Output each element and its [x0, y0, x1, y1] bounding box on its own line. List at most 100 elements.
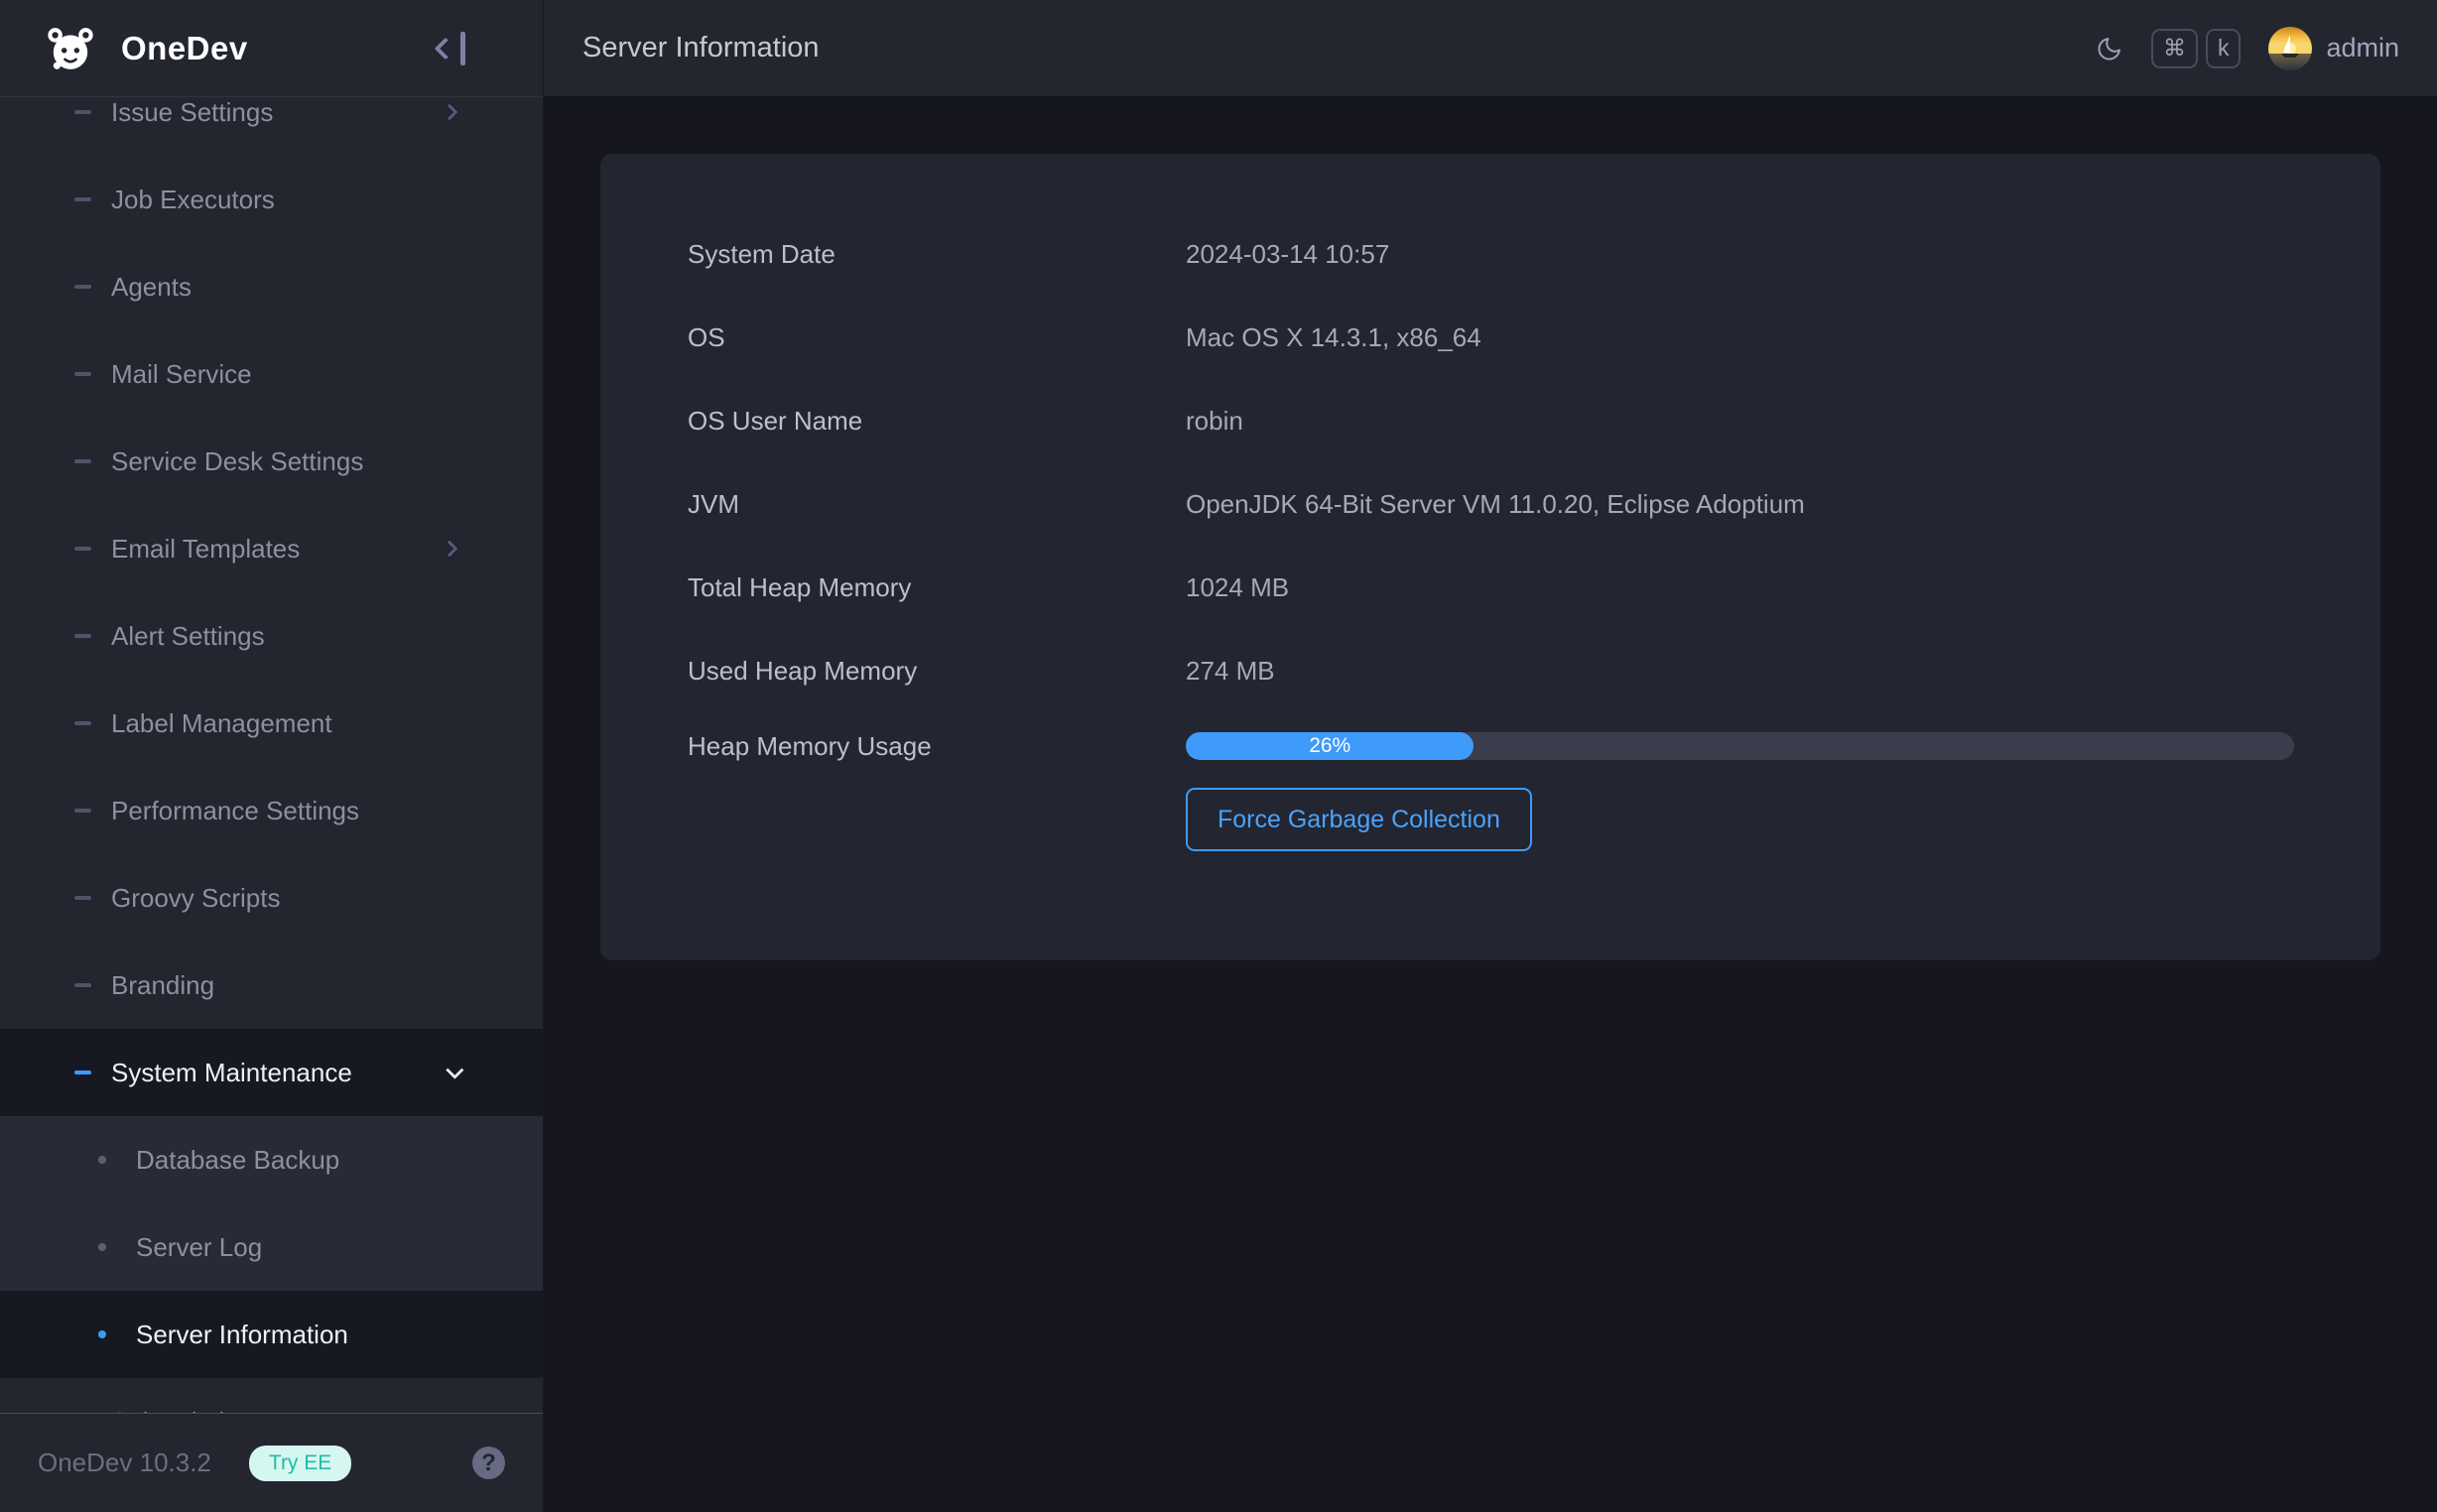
search-shortcut[interactable]: ⌘ k: [2151, 29, 2242, 68]
sidebar-item-label: Performance Settings: [111, 796, 359, 826]
sidebar-item-service-desk-settings[interactable]: Service Desk Settings: [0, 418, 543, 505]
sidebar-item-mail-service[interactable]: Mail Service: [0, 330, 543, 418]
sidebar: OneDev Issue Settings Job Executors Agen…: [0, 0, 544, 1512]
row-value: 1024 MB: [1186, 572, 1289, 603]
dash-icon: [74, 285, 91, 289]
sidebar-item-label: Server Log: [136, 1232, 262, 1263]
row-value: Mac OS X 14.3.1, x86_64: [1186, 322, 1481, 353]
page-title: Server Information: [582, 32, 820, 64]
chevron-right-icon: [442, 104, 458, 121]
app-name: OneDev: [121, 30, 248, 67]
sidebar-item-label: Database Backup: [136, 1145, 339, 1176]
main-area: Server Information ⌘ k: [544, 0, 2437, 1512]
try-ee-badge[interactable]: Try EE: [249, 1446, 351, 1481]
row-label: Total Heap Memory: [688, 572, 1186, 603]
sidebar-item-issue-settings[interactable]: Issue Settings: [0, 97, 543, 156]
command-key-icon: ⌘: [2151, 29, 2198, 68]
help-icon[interactable]: ?: [472, 1447, 505, 1479]
sidebar-item-subscription-management[interactable]: Subscription Management: [0, 1378, 543, 1413]
sidebar-header: OneDev: [0, 0, 543, 97]
sidebar-item-label: Job Executors: [111, 185, 275, 215]
force-garbage-collection-button[interactable]: Force Garbage Collection: [1186, 788, 1532, 851]
sidebar-item-label: Alert Settings: [111, 621, 265, 652]
dash-icon: [74, 372, 91, 376]
row-label: OS User Name: [688, 406, 1186, 437]
k-key-icon: k: [2206, 29, 2242, 68]
onedev-logo-icon: [40, 20, 101, 77]
row-label: Heap Memory Usage: [688, 731, 1186, 762]
topbar: Server Information ⌘ k: [544, 0, 2437, 97]
sidebar-item-label: Agents: [111, 272, 192, 303]
info-row-os: OS Mac OS X 14.3.1, x86_64: [688, 296, 2380, 379]
dash-icon: [74, 110, 91, 114]
server-info-card: System Date 2024-03-14 10:57 OS Mac OS X…: [600, 154, 2380, 960]
sidebar-item-system-maintenance[interactable]: System Maintenance: [0, 1029, 543, 1116]
dash-icon: [74, 809, 91, 813]
heap-usage-percent-label: 26%: [1309, 734, 1350, 758]
sidebar-item-label: System Maintenance: [111, 1058, 352, 1088]
row-label: System Date: [688, 239, 1186, 270]
dash-icon: [74, 197, 91, 201]
gc-button-row: Force Garbage Collection: [688, 788, 2380, 851]
chevron-right-icon: [442, 541, 458, 558]
sidebar-item-email-templates[interactable]: Email Templates: [0, 505, 543, 592]
sidebar-item-label: Mail Service: [111, 359, 252, 390]
row-label: OS: [688, 322, 1186, 353]
bullet-icon: [98, 1243, 106, 1251]
sidebar-item-label-management[interactable]: Label Management: [0, 680, 543, 767]
spacer: [688, 788, 1186, 851]
sidebar-item-label: Subscription Management: [111, 1407, 411, 1414]
username[interactable]: admin: [2326, 33, 2399, 63]
info-row-os-user-name: OS User Name robin: [688, 379, 2380, 462]
content: System Date 2024-03-14 10:57 OS Mac OS X…: [544, 97, 2437, 1512]
dash-icon: [74, 721, 91, 725]
sidebar-item-server-information[interactable]: Server Information: [0, 1291, 543, 1378]
chevron-down-icon: [446, 1061, 463, 1078]
row-value: 2024-03-14 10:57: [1186, 239, 1389, 270]
topbar-actions: ⌘ k: [2096, 27, 2399, 70]
dark-mode-moon-icon[interactable]: [2096, 35, 2123, 63]
heap-usage-progress-bar: 26%: [1186, 732, 2294, 760]
sidebar-item-label: Label Management: [111, 708, 332, 739]
info-row-heap-memory-usage: Heap Memory Usage 26%: [688, 712, 2380, 780]
sidebar-collapse-button[interactable]: [438, 32, 465, 65]
avatar[interactable]: [2268, 27, 2312, 70]
dash-icon: [74, 896, 91, 900]
info-row-total-heap-memory: Total Heap Memory 1024 MB: [688, 546, 2380, 629]
sidebar-item-label: Branding: [111, 970, 214, 1001]
row-value: OpenJDK 64-Bit Server VM 11.0.20, Eclips…: [1186, 489, 1805, 520]
sidebar-item-label: Server Information: [136, 1320, 348, 1350]
sidebar-footer: OneDev 10.3.2 Try EE ?: [0, 1413, 543, 1512]
bullet-icon: [98, 1330, 106, 1338]
system-maintenance-submenu: Database Backup Server Log Server Inform…: [0, 1116, 543, 1378]
row-value: robin: [1186, 406, 1243, 437]
sidebar-item-label: Groovy Scripts: [111, 883, 281, 914]
dash-icon: [74, 1071, 91, 1074]
sidebar-item-alert-settings[interactable]: Alert Settings: [0, 592, 543, 680]
row-label: JVM: [688, 489, 1186, 520]
sidebar-nav: Issue Settings Job Executors Agents Mail…: [0, 97, 543, 1413]
info-row-used-heap-memory: Used Heap Memory 274 MB: [688, 629, 2380, 712]
dash-icon: [74, 459, 91, 463]
sidebar-item-label: Email Templates: [111, 534, 300, 565]
dash-icon: [74, 547, 91, 551]
row-label: Used Heap Memory: [688, 656, 1186, 687]
sidebar-item-agents[interactable]: Agents: [0, 243, 543, 330]
sidebar-item-branding[interactable]: Branding: [0, 942, 543, 1029]
chevron-left-icon: [435, 37, 457, 60]
sidebar-item-server-log[interactable]: Server Log: [0, 1203, 543, 1291]
dash-icon: [74, 634, 91, 638]
sidebar-item-job-executors[interactable]: Job Executors: [0, 156, 543, 243]
sidebar-item-performance-settings[interactable]: Performance Settings: [0, 767, 543, 854]
sidebar-item-label: Issue Settings: [111, 97, 273, 128]
collapse-bar-icon: [460, 32, 465, 65]
bullet-icon: [98, 1156, 106, 1164]
sidebar-item-label: Service Desk Settings: [111, 446, 363, 477]
dash-icon: [74, 983, 91, 987]
heap-usage-progress-fill: 26%: [1186, 732, 1474, 760]
sidebar-item-groovy-scripts[interactable]: Groovy Scripts: [0, 854, 543, 942]
row-value: 274 MB: [1186, 656, 1275, 687]
info-row-jvm: JVM OpenJDK 64-Bit Server VM 11.0.20, Ec…: [688, 462, 2380, 546]
sidebar-item-database-backup[interactable]: Database Backup: [0, 1116, 543, 1203]
version-text: OneDev 10.3.2: [38, 1448, 211, 1478]
